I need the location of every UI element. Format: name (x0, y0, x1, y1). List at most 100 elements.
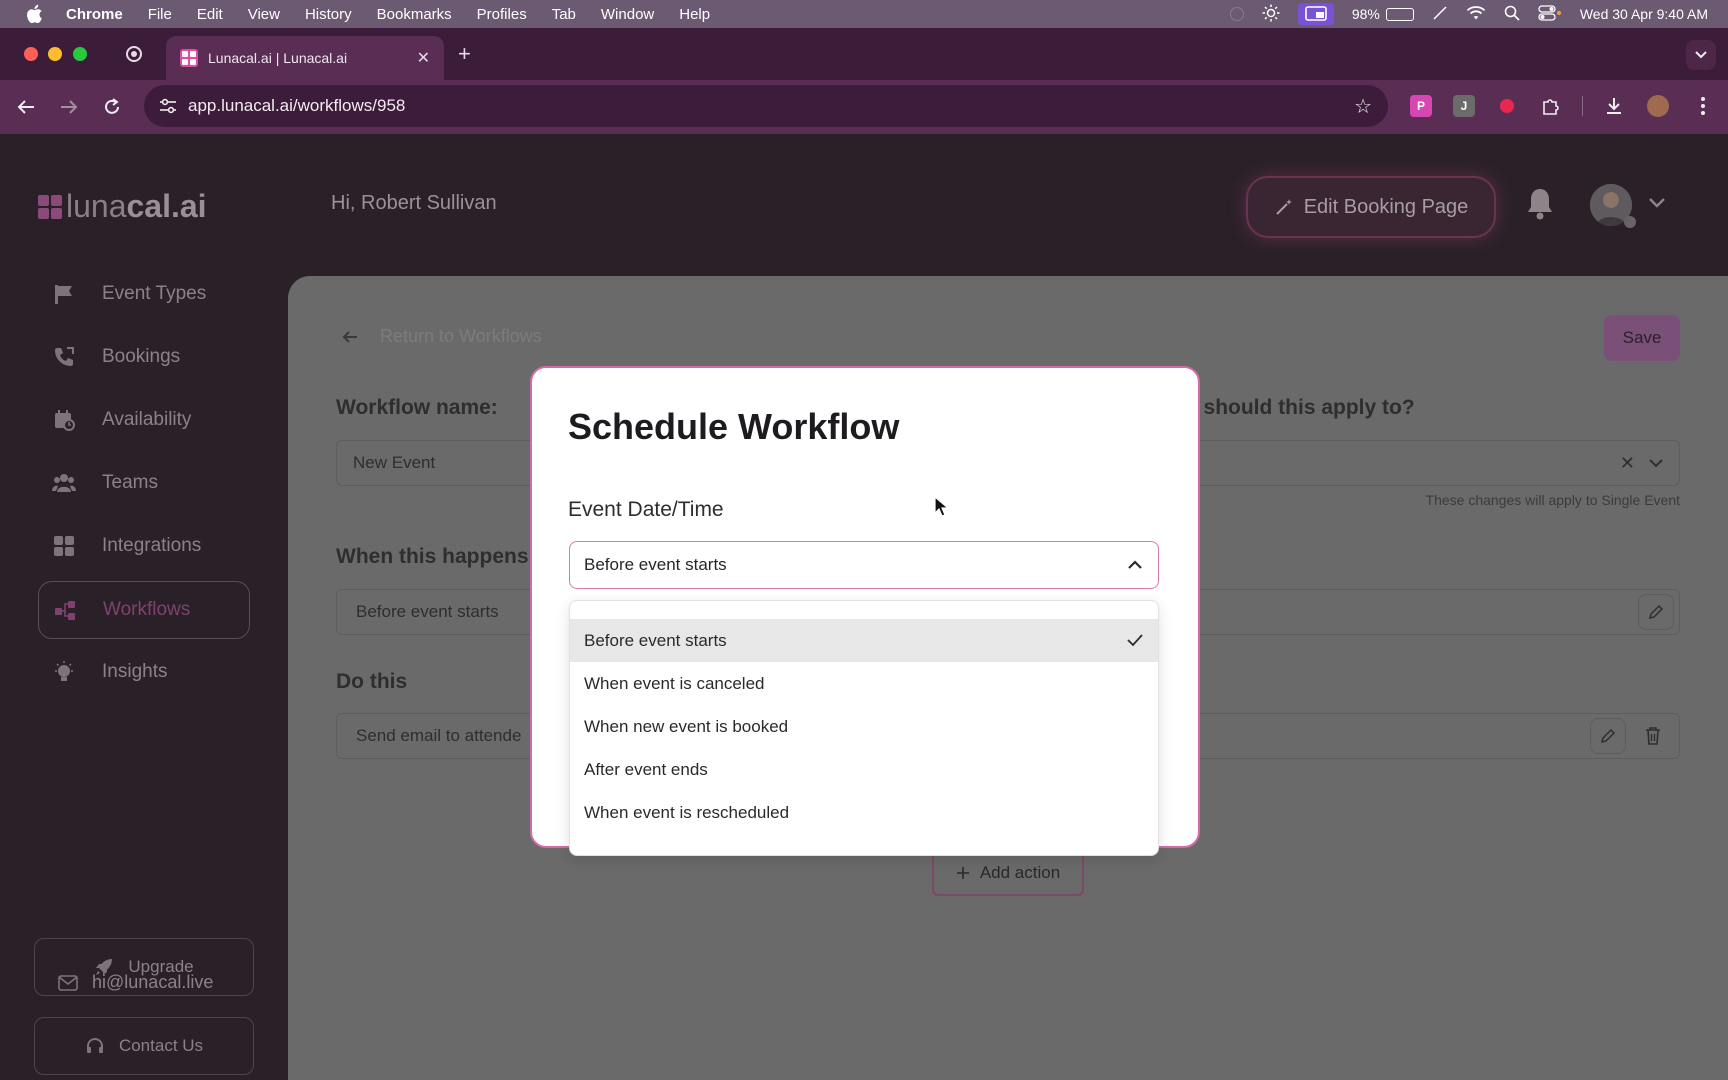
apply-to-select[interactable]: ✕ (1180, 440, 1680, 486)
apply-to-chevron-down-icon[interactable] (1649, 458, 1663, 468)
apply-to-hint: These changes will apply to Single Event (1425, 492, 1680, 508)
logo-text-bold: cal.ai (126, 188, 207, 224)
browser-tab-active[interactable]: Lunacal.ai | Lunacal.ai ✕ (166, 36, 444, 80)
option-after-event-ends[interactable]: After event ends (570, 748, 1158, 791)
sidebar-item-event-types[interactable]: Event Types (38, 266, 250, 322)
option-before-event-starts[interactable]: Before event starts (570, 619, 1158, 662)
apple-icon[interactable] (24, 3, 46, 25)
option-when-event-is-rescheduled[interactable]: When event is rescheduled (570, 791, 1158, 834)
option-when-event-is-canceled[interactable]: When event is canceled (570, 662, 1158, 705)
support-email-text: hi@lunacal.live (92, 972, 214, 992)
option-label: When event is canceled (584, 673, 765, 693)
sidebar-item-label: Availability (102, 409, 192, 430)
menu-help[interactable]: Help (679, 6, 710, 23)
event-datetime-selected-value: Before event starts (584, 555, 727, 574)
phone-icon (52, 345, 76, 369)
record-status-icon[interactable] (1229, 7, 1244, 21)
address-bar[interactable]: app.lunacal.ai/workflows/958 ☆ (144, 85, 1388, 127)
bookmark-star-icon[interactable]: ☆ (1354, 94, 1372, 119)
contact-us-label: Contact Us (118, 1036, 204, 1055)
profile-avatar-icon[interactable] (1647, 95, 1669, 117)
battery-percent: 98% (1351, 6, 1380, 22)
back-arrow-icon (342, 330, 357, 343)
spotlight-search-icon[interactable] (1504, 5, 1520, 24)
trigger-field[interactable]: Before event starts (336, 589, 546, 635)
extension-j-icon[interactable]: J (1453, 95, 1475, 117)
menu-history[interactable]: History (305, 6, 352, 23)
greeting: Hi, Robert Sullivan (331, 192, 497, 214)
edit-booking-label: Edit Booking Page (1303, 195, 1469, 218)
add-action-button[interactable]: Add action (932, 850, 1084, 896)
forward-arrow-icon[interactable] (55, 93, 83, 121)
save-button[interactable]: Save (1604, 315, 1680, 361)
clear-selection-icon[interactable]: ✕ (1620, 453, 1635, 474)
online-status-dot (1624, 216, 1636, 228)
lunacal-favicon-icon (180, 49, 198, 67)
window-minimize-button[interactable] (48, 47, 62, 61)
lunacal-logo[interactable]: luna cal.ai (38, 188, 207, 225)
notification-bell-icon[interactable] (1524, 186, 1556, 222)
new-tab-icon[interactable]: + (458, 41, 471, 67)
screen-mirroring-icon[interactable] (1297, 3, 1334, 25)
toolbar-divider (1582, 96, 1583, 116)
sidebar-item-insights[interactable]: Insights (38, 644, 250, 700)
plus-icon (956, 867, 969, 879)
modal-title: Schedule Workflow (568, 406, 900, 447)
brightness-icon[interactable] (1262, 4, 1280, 25)
mail-icon (58, 974, 78, 991)
menu-view[interactable]: View (248, 6, 280, 23)
trigger-field-right (1180, 589, 1680, 635)
action-field[interactable]: Send email to attende (336, 713, 546, 759)
url-text: app.lunacal.ai/workflows/958 (188, 96, 406, 115)
option-label: When event is rescheduled (584, 802, 790, 822)
site-settings-icon[interactable] (158, 96, 178, 116)
mouse-pointer-icon (934, 495, 950, 518)
recording-icon[interactable] (126, 46, 142, 62)
sidebar-item-availability[interactable]: Availability (38, 392, 250, 448)
edit-trigger-icon[interactable] (1638, 594, 1674, 630)
window-close-button[interactable] (24, 47, 38, 61)
support-email[interactable]: hi@lunacal.live (58, 972, 213, 993)
menu-bookmarks[interactable]: Bookmarks (377, 6, 452, 23)
workflow-name-input[interactable]: New Event (336, 440, 556, 486)
extensions-puzzle-icon[interactable] (1540, 95, 1562, 117)
sidebar-item-teams[interactable]: Teams (38, 455, 250, 511)
clock-datetime[interactable]: Wed 30 Apr 9:40 AM (1580, 6, 1708, 22)
window-zoom-button[interactable] (73, 47, 87, 61)
control-center-icon[interactable] (1538, 4, 1562, 24)
extension-red-dot-icon[interactable] (1496, 95, 1518, 117)
users-icon (52, 471, 76, 495)
download-icon[interactable] (1603, 95, 1625, 117)
sidebar-item-label: Event Types (102, 283, 207, 304)
menu-window[interactable]: Window (601, 6, 654, 23)
battery-status[interactable]: 98% (1352, 6, 1414, 22)
edit-booking-page-button[interactable]: Edit Booking Page (1246, 176, 1496, 238)
option-label: After event ends (584, 759, 708, 779)
edit-action-icon[interactable] (1590, 718, 1626, 754)
menu-profiles[interactable]: Profiles (477, 6, 527, 23)
menu-edit[interactable]: Edit (197, 6, 223, 23)
sidebar-item-workflows[interactable]: Workflows (38, 581, 250, 639)
wifi-icon[interactable] (1466, 5, 1486, 24)
menu-chrome[interactable]: Chrome (66, 6, 123, 23)
option-when-new-event-is-booked[interactable]: When new event is booked (570, 705, 1158, 748)
delete-action-icon[interactable] (1644, 726, 1662, 751)
menu-file[interactable]: File (148, 6, 172, 23)
sidebar-item-integrations[interactable]: Integrations (38, 518, 250, 574)
menu-tab[interactable]: Tab (552, 6, 576, 23)
return-to-workflows-label: Return to Workflows (380, 326, 542, 346)
sidebar-item-bookings[interactable]: Bookings (38, 329, 250, 385)
pen-off-icon[interactable] (1432, 5, 1448, 24)
event-datetime-select[interactable]: Before event starts (569, 541, 1159, 589)
tab-search-chevron-icon[interactable] (1686, 40, 1716, 70)
reload-icon[interactable] (98, 93, 126, 121)
back-arrow-icon[interactable] (12, 93, 40, 121)
extension-pink-icon[interactable]: P (1410, 95, 1432, 117)
contact-us-button[interactable]: Contact Us (34, 1017, 254, 1075)
tab-close-icon[interactable]: ✕ (417, 48, 430, 68)
chevron-up-icon[interactable] (1126, 557, 1144, 571)
return-to-workflows-link[interactable]: Return to Workflows (342, 326, 542, 347)
kebab-menu-icon[interactable] (1692, 95, 1714, 117)
account-chevron-down-icon[interactable] (1647, 196, 1667, 212)
sidebar-item-label: Teams (102, 472, 158, 493)
